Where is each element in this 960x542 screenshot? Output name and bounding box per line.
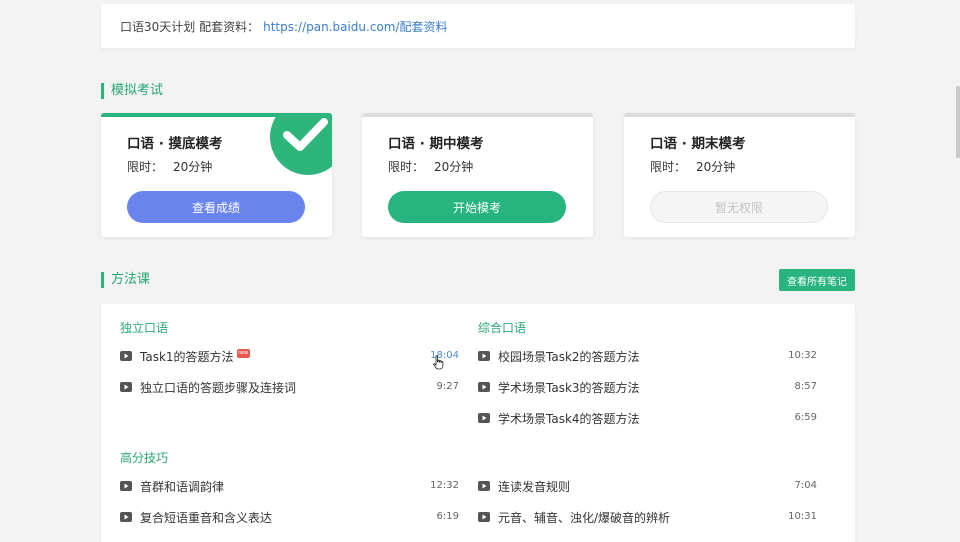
time-label: 限时： — [127, 160, 164, 174]
scrollbar-thumb[interactable] — [956, 86, 960, 158]
lesson-duration: 10:32 — [788, 350, 817, 361]
lesson-title: 学术场景Task3的答题方法 — [498, 380, 640, 395]
play-icon — [478, 481, 490, 491]
play-icon — [120, 512, 132, 522]
lesson-title: 独立口语的答题步骤及连接词 — [140, 380, 297, 395]
resource-label: 口语30天计划 配套资料： — [120, 19, 260, 34]
exam-card-diagnostic: 口语 · 摸底模考 限时： 20分钟 查看成绩 — [101, 113, 332, 237]
new-badge: new — [236, 348, 250, 358]
play-icon — [120, 351, 132, 361]
lesson-title: 连读发音规则 — [498, 479, 571, 494]
time-label: 限时： — [388, 160, 425, 174]
lesson-title: 元音、辅音、浊化/爆破音的辨析 — [498, 510, 671, 525]
lesson-item[interactable]: 复合短语重音和含义表达 6:19 — [120, 508, 459, 526]
exam-time: 限时： 20分钟 — [388, 158, 473, 175]
lesson-item[interactable]: 元音、辅音、浊化/爆破音的辨析 10:31 — [478, 508, 817, 526]
lesson-title: 学术场景Task4的答题方法 — [498, 411, 640, 426]
play-icon — [120, 382, 132, 392]
exam-card-midterm: 口语 · 期中模考 限时： 20分钟 开始模考 — [362, 113, 593, 237]
card-top-accent — [624, 113, 855, 117]
exam-time: 限时： 20分钟 — [127, 158, 212, 175]
method-course-panel: 独立口语 Task1的答题方法 new 18:04 独立口语的答题步骤及连接词 … — [101, 304, 855, 542]
exam-title: 口语 · 期中模考 — [388, 136, 484, 152]
lesson-duration: 8:57 — [794, 381, 817, 392]
lesson-duration: 12:32 — [430, 480, 459, 491]
start-exam-button[interactable]: 开始模考 — [388, 191, 566, 223]
exam-title: 口语 · 期末模考 — [650, 136, 746, 152]
method-section-title: 方法课 — [101, 272, 150, 288]
resource-link[interactable]: https://pan.baidu.com/配套资料 — [263, 18, 447, 35]
play-icon — [478, 413, 490, 423]
lesson-duration: 7:04 — [794, 480, 817, 491]
exam-section-title: 模拟考试 — [101, 83, 163, 99]
group-title-independent: 独立口语 — [120, 321, 169, 335]
card-top-accent — [362, 113, 593, 117]
exam-card-final: 口语 · 期末模考 限时： 20分钟 暂无权限 — [624, 113, 855, 237]
play-icon — [120, 481, 132, 491]
resource-bar: 口语30天计划 配套资料： https://pan.baidu.com/配套资料 — [101, 4, 855, 48]
time-value: 20分钟 — [696, 160, 736, 174]
lesson-item[interactable]: 音群和语调韵律 12:32 — [120, 477, 459, 495]
play-icon — [478, 382, 490, 392]
play-icon — [478, 351, 490, 361]
lesson-item[interactable]: 学术场景Task4的答题方法 6:59 — [478, 409, 817, 427]
lesson-duration: 6:59 — [794, 412, 817, 423]
lesson-title: 音群和语调韵律 — [140, 479, 225, 494]
lesson-duration: 10:31 — [788, 511, 817, 522]
exam-time: 限时： 20分钟 — [650, 158, 735, 175]
play-icon — [478, 512, 490, 522]
lesson-title: 校园场景Task2的答题方法 — [498, 349, 640, 364]
lesson-title: 复合短语重音和含义表达 — [140, 510, 273, 525]
time-value: 20分钟 — [434, 160, 474, 174]
exam-title: 口语 · 摸底模考 — [127, 136, 223, 152]
lesson-duration: 6:19 — [436, 511, 459, 522]
view-score-button[interactable]: 查看成绩 — [127, 191, 305, 223]
group-title-integrated: 综合口语 — [478, 321, 527, 335]
lesson-item[interactable]: 连读发音规则 7:04 — [478, 477, 817, 495]
hand-cursor-icon — [433, 355, 444, 370]
lesson-item[interactable]: 学术场景Task3的答题方法 8:57 — [478, 378, 817, 396]
time-value: 20分钟 — [173, 160, 213, 174]
lesson-item[interactable]: 独立口语的答题步骤及连接词 9:27 — [120, 378, 459, 396]
view-all-notes-button[interactable]: 查看所有笔记 — [779, 269, 855, 291]
lesson-item[interactable]: 校园场景Task2的答题方法 10:32 — [478, 347, 817, 365]
lesson-duration: 9:27 — [436, 381, 459, 392]
completed-check-icon — [270, 113, 332, 175]
lesson-item[interactable]: Task1的答题方法 new 18:04 — [120, 347, 459, 365]
lesson-title: Task1的答题方法 — [140, 349, 234, 364]
no-permission-button[interactable]: 暂无权限 — [650, 191, 828, 223]
time-label: 限时： — [650, 160, 687, 174]
group-title-advanced: 高分技巧 — [120, 451, 169, 465]
